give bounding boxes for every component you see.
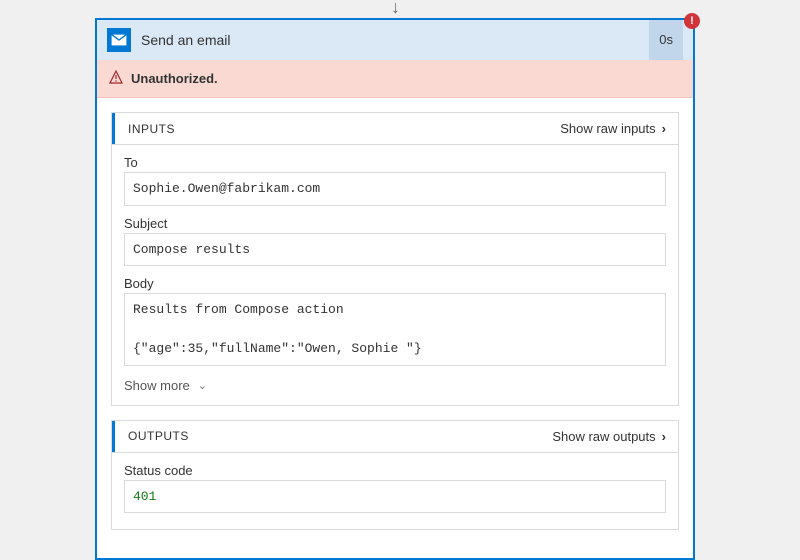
- warning-icon: [109, 70, 123, 87]
- outputs-body: Status code 401: [112, 453, 678, 530]
- field-subject-label: Subject: [124, 216, 666, 231]
- field-status-code-value: 401: [124, 480, 666, 514]
- show-raw-outputs-label: Show raw outputs: [552, 429, 655, 444]
- error-message: Unauthorized.: [131, 71, 218, 86]
- inputs-header: INPUTS Show raw inputs ›: [112, 113, 678, 145]
- outputs-title: OUTPUTS: [124, 429, 189, 443]
- inputs-title: INPUTS: [124, 122, 175, 136]
- show-raw-inputs-label: Show raw inputs: [560, 121, 655, 136]
- chevron-right-icon: ›: [662, 429, 666, 444]
- card-header[interactable]: Send an email 0s: [97, 20, 693, 60]
- field-body-value: Results from Compose action {"age":35,"f…: [124, 293, 666, 366]
- show-more-button[interactable]: Show more ⌄: [124, 376, 666, 399]
- outlook-icon: [107, 28, 131, 52]
- error-banner: Unauthorized.: [97, 60, 693, 98]
- field-subject-value: Compose results: [124, 233, 666, 267]
- field-to-value: Sophie.Owen@fabrikam.com: [124, 172, 666, 206]
- outputs-section: OUTPUTS Show raw outputs › Status code 4…: [111, 420, 679, 531]
- error-badge-icon: !: [684, 13, 700, 29]
- action-card: ! Send an email 0s Unauthorized. INPUTS …: [95, 18, 695, 560]
- field-to: To Sophie.Owen@fabrikam.com: [124, 155, 666, 206]
- field-body: Body Results from Compose action {"age":…: [124, 276, 666, 366]
- show-raw-inputs-link[interactable]: Show raw inputs ›: [560, 121, 666, 136]
- field-subject: Subject Compose results: [124, 216, 666, 267]
- inputs-body: To Sophie.Owen@fabrikam.com Subject Comp…: [112, 145, 678, 405]
- field-body-label: Body: [124, 276, 666, 291]
- card-body: INPUTS Show raw inputs › To Sophie.Owen@…: [97, 98, 693, 558]
- show-raw-outputs-link[interactable]: Show raw outputs ›: [552, 429, 666, 444]
- outputs-header: OUTPUTS Show raw outputs ›: [112, 421, 678, 453]
- field-to-label: To: [124, 155, 666, 170]
- chevron-right-icon: ›: [662, 121, 666, 136]
- field-status-code-label: Status code: [124, 463, 666, 478]
- chevron-down-icon: ⌄: [198, 379, 207, 392]
- card-duration: 0s: [649, 20, 683, 60]
- flow-arrow-down-icon: ↓: [391, 0, 400, 18]
- show-more-label: Show more: [124, 378, 190, 393]
- field-status-code: Status code 401: [124, 463, 666, 514]
- card-title: Send an email: [141, 32, 649, 48]
- inputs-section: INPUTS Show raw inputs › To Sophie.Owen@…: [111, 112, 679, 406]
